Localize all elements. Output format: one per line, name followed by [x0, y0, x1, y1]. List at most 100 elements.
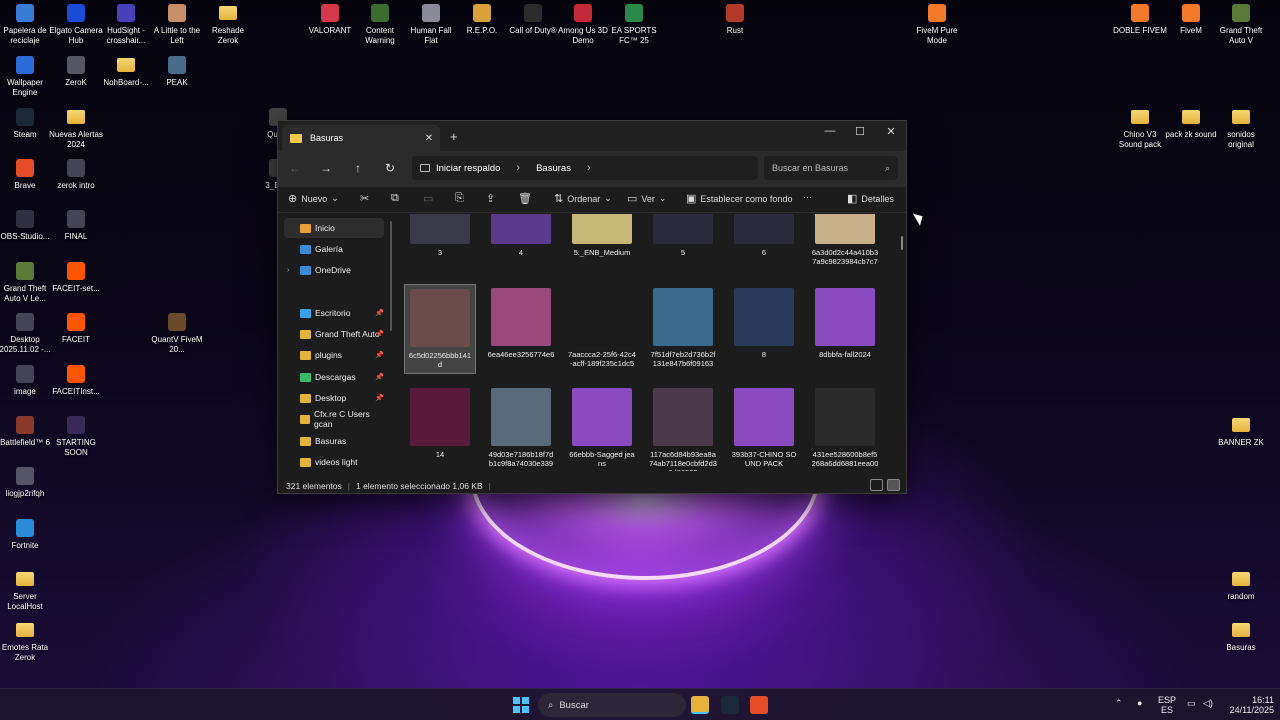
desktop-shortcut[interactable]: sonidos original — [1214, 108, 1268, 150]
file-item[interactable]: 66ebbb-Sagged jeans — [566, 384, 638, 471]
set-wallpaper-button[interactable]: ▣ Establecer como fondo — [686, 192, 792, 205]
file-item[interactable]: 8 — [728, 284, 800, 374]
desktop-shortcut[interactable]: A Little to the Left — [150, 4, 204, 46]
delete-button[interactable]: 🗑 — [518, 192, 532, 205]
desktop-shortcut[interactable]: VALORANT — [303, 4, 357, 36]
details-view-button[interactable] — [870, 479, 883, 491]
steam-taskbar-icon[interactable] — [721, 696, 739, 714]
new-tab-button[interactable]: + — [450, 129, 458, 144]
chevron-right-icon[interactable]: › — [287, 267, 289, 274]
desktop-shortcut[interactable]: FACEITInst... — [49, 365, 103, 397]
brave-taskbar-icon[interactable] — [750, 696, 768, 714]
desktop-shortcut[interactable]: PEAK — [150, 56, 204, 88]
navigation-scrollbar[interactable] — [390, 221, 392, 331]
desktop-shortcut[interactable]: STARTING SOON — [49, 416, 103, 458]
desktop-shortcut[interactable]: Reshade Zerok — [201, 4, 255, 46]
title-bar[interactable]: Basuras ✕ + — ☐ ✕ — [278, 121, 906, 151]
tab-basuras[interactable]: Basuras ✕ — [282, 125, 440, 151]
sidebar-item[interactable]: Escritorio 📌 — [284, 303, 384, 323]
desktop-shortcut[interactable]: HudSight - crosshair... — [99, 4, 153, 46]
desktop-shortcut[interactable]: BANNER ZK — [1214, 416, 1268, 448]
sidebar-item[interactable]: Descargas 📌 — [284, 367, 384, 387]
file-item[interactable]: 117ac6d84b93ea8a74ab7118e0cbfd2d38d86503 — [647, 384, 719, 471]
sidebar-item[interactable]: Inicio — [284, 218, 384, 238]
breadcrumb-root[interactable]: Iniciar respaldo — [436, 163, 500, 174]
file-item[interactable]: 4 — [485, 214, 557, 272]
desktop-shortcut[interactable]: QuantV FiveM 20... — [150, 313, 204, 355]
desktop-shortcut[interactable]: FACEIT — [49, 313, 103, 345]
desktop-shortcut[interactable]: FINAL — [49, 210, 103, 242]
desktop-shortcut[interactable]: Server LocalHost — [0, 570, 52, 612]
refresh-button[interactable]: ↻ — [381, 161, 399, 175]
file-item[interactable]: 3 — [404, 214, 476, 272]
sidebar-item[interactable]: Galería — [284, 239, 384, 259]
file-item[interactable]: 49d03e7186b18f7db1c9f8a74030e339 — [485, 384, 557, 471]
file-item[interactable]: 6a3d0d2c44a410b37a9c9823984cb7c7 — [809, 214, 881, 272]
desktop-shortcut[interactable]: Grand Theft Auto V Le... — [0, 262, 52, 304]
content-scrollbar[interactable] — [901, 236, 903, 250]
desktop-shortcut[interactable]: liogjp2rifqh — [0, 467, 52, 499]
microphone-icon[interactable]: ● — [1137, 698, 1142, 708]
desktop-shortcut[interactable]: Grand Theft Auto V — [1214, 4, 1268, 46]
file-item[interactable]: 7aaccca2-25f6-42c4-acff-189f235c1dc5 — [566, 284, 638, 374]
address-bar[interactable]: Iniciar respaldo › Basuras › — [412, 156, 758, 180]
desktop-shortcut[interactable]: random — [1214, 570, 1268, 602]
desktop-shortcut[interactable]: image — [0, 365, 52, 397]
taskbar-search[interactable]: ⌕ Buscar — [538, 693, 686, 717]
desktop-shortcut[interactable]: DOBLE FIVEM — [1113, 4, 1167, 36]
desktop-shortcut[interactable]: FiveM Pure Mode — [910, 4, 964, 46]
cut-button[interactable]: ✂ — [360, 192, 369, 205]
desktop-shortcut[interactable]: zerok intro — [49, 159, 103, 191]
maximize-button[interactable]: ☐ — [845, 125, 875, 138]
desktop-shortcut[interactable]: EA SPORTS FC™ 25 — [607, 4, 661, 46]
minimize-button[interactable]: — — [815, 125, 845, 137]
details-button[interactable]: ◧ Detalles — [847, 192, 894, 205]
sort-button[interactable]: ⇅ Ordenar ⌄ — [554, 192, 612, 205]
desktop-shortcut[interactable]: Elgato Camera Hub — [49, 4, 103, 46]
desktop-shortcut[interactable]: R.E.P.O. — [455, 4, 509, 36]
sidebar-item[interactable]: › OneDrive — [284, 260, 384, 280]
language-indicator[interactable]: ESP ES — [1158, 695, 1176, 715]
file-item[interactable]: 8dbbfa-fall2024 — [809, 284, 881, 374]
back-button[interactable]: ← — [286, 161, 304, 175]
new-button[interactable]: ⊕ Nuevo ⌄ — [288, 192, 339, 205]
file-item[interactable]: 14 — [404, 384, 476, 471]
show-hidden-icons-button[interactable]: ⌃ — [1115, 698, 1123, 708]
clock[interactable]: 16:11 24/11/2025 — [1222, 695, 1274, 715]
file-item[interactable]: 6ea46ee3256774e6 — [485, 284, 557, 374]
desktop-shortcut[interactable]: Wallpaper Engine — [0, 56, 52, 98]
file-item[interactable]: 6 — [728, 214, 800, 272]
desktop-shortcut[interactable]: Steam — [0, 108, 52, 140]
close-tab-icon[interactable]: ✕ — [422, 133, 436, 144]
network-icon[interactable]: ▭ — [1187, 698, 1196, 708]
sidebar-item[interactable]: Basuras — [284, 431, 384, 451]
desktop-shortcut[interactable]: Content Warning — [353, 4, 407, 46]
desktop-shortcut[interactable]: Papelera de reciclaje — [0, 4, 52, 46]
more-options-button[interactable]: ··· — [803, 192, 812, 202]
volume-icon[interactable]: ◁) — [1203, 698, 1213, 708]
file-item[interactable]: 6c5d02256bbb141d — [404, 284, 476, 374]
paste-button[interactable]: ▭ — [423, 192, 433, 205]
desktop-shortcut[interactable]: Brave — [0, 159, 52, 191]
file-item[interactable]: 431ee528600b8ef5268a6dd6881eea00 — [809, 384, 881, 471]
large-icons-view-button[interactable] — [887, 479, 900, 491]
desktop-shortcut[interactable]: pack zk sound — [1164, 108, 1218, 140]
desktop-shortcut[interactable]: Emotes Rata Zerok — [0, 621, 52, 663]
desktop-shortcut[interactable]: Nuevas Alertas 2024 — [49, 108, 103, 150]
desktop-shortcut[interactable]: FACEIT-set... — [49, 262, 103, 294]
file-item[interactable]: 5._ENB_Medium — [566, 214, 638, 272]
desktop-shortcut[interactable]: Chino V3 Sound pack — [1113, 108, 1167, 150]
file-item[interactable]: 393b37-CHINO SOUND PACK — [728, 384, 800, 471]
desktop-shortcut[interactable]: Fortnite — [0, 519, 52, 551]
desktop-shortcut[interactable]: OBS-Studio... — [0, 210, 52, 242]
up-button[interactable]: ↑ — [349, 161, 367, 175]
desktop-shortcut[interactable]: FiveM — [1164, 4, 1218, 36]
breadcrumb-separator[interactable]: › — [587, 162, 591, 174]
desktop-shortcut[interactable]: Human Fall Flat — [404, 4, 458, 46]
sidebar-item[interactable]: plugins 📌 — [284, 345, 384, 365]
desktop-shortcut[interactable]: Rust — [708, 4, 762, 36]
desktop-shortcut[interactable]: ZeroK — [49, 56, 103, 88]
sidebar-item[interactable]: Desktop 📌 — [284, 388, 384, 408]
forward-button[interactable]: → — [317, 161, 335, 175]
desktop-shortcut[interactable]: Among Us 3D Demo — [556, 4, 610, 46]
